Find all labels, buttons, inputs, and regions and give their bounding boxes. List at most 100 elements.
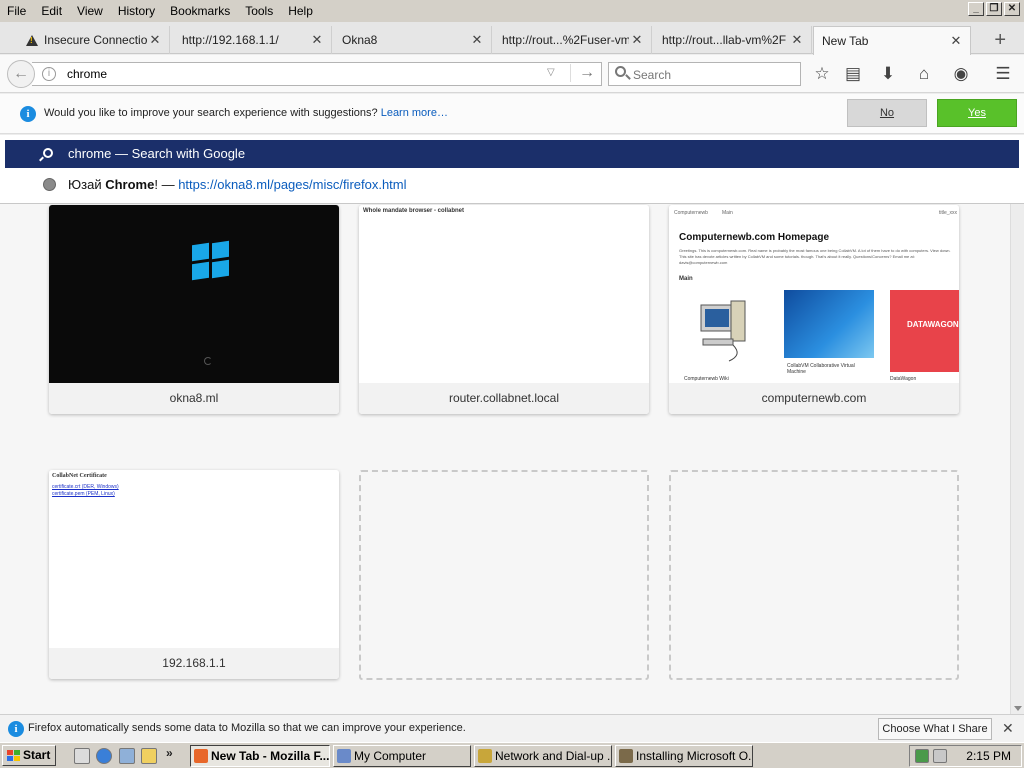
history-title-prefix: Юзай bbox=[68, 177, 106, 192]
top-site-tile[interactable]: CollabNet Certificate certificate.crt (D… bbox=[49, 470, 339, 679]
restore-button[interactable]: ❐ bbox=[986, 2, 1002, 16]
close-tab-icon[interactable]: ✕ bbox=[309, 32, 325, 48]
home-icon[interactable]: ⌂ bbox=[913, 63, 935, 85]
internet-explorer-icon[interactable] bbox=[96, 748, 112, 764]
start-button[interactable]: Start bbox=[2, 745, 56, 766]
thumbnail-link: certificate.pem (PEM, Linux) bbox=[52, 491, 115, 497]
search-bar[interactable]: Search bbox=[608, 62, 801, 86]
info-icon[interactable]: i bbox=[42, 67, 56, 81]
menu-edit[interactable]: Edit bbox=[34, 1, 70, 21]
thumbnail-nav-left: Computernewb bbox=[674, 210, 708, 216]
close-tab-icon[interactable]: ✕ bbox=[469, 32, 485, 48]
close-tab-icon[interactable]: ✕ bbox=[629, 32, 645, 48]
network-status-icon[interactable] bbox=[915, 749, 929, 763]
search-icon bbox=[43, 148, 53, 158]
menu-help[interactable]: Help bbox=[281, 1, 321, 21]
pocket-icon[interactable]: ◉ bbox=[950, 63, 972, 85]
computer-icon bbox=[700, 300, 746, 362]
task-installer[interactable]: Installing Microsoft O... bbox=[615, 745, 753, 767]
warning-icon bbox=[26, 34, 38, 46]
task-network[interactable]: Network and Dial-up ... bbox=[474, 745, 612, 767]
menu-file[interactable]: File bbox=[0, 1, 34, 21]
tile-thumbnail bbox=[49, 205, 339, 383]
autocomplete-action: — Search with Google bbox=[114, 146, 246, 161]
scroll-down-icon[interactable] bbox=[1014, 706, 1022, 711]
tab-title: http://rout...%2Fuser-vm bbox=[502, 33, 629, 47]
menu-bookmarks[interactable]: Bookmarks bbox=[163, 1, 238, 21]
task-my-computer[interactable]: My Computer bbox=[333, 745, 471, 767]
download-icon[interactable]: ⬇ bbox=[877, 63, 899, 85]
menu-tools[interactable]: Tools bbox=[238, 1, 281, 21]
autocomplete-search-text: chrome — Search with Google bbox=[68, 146, 245, 161]
menu-icon[interactable]: ☰ bbox=[992, 63, 1014, 85]
tab-new-tab[interactable]: New Tab ✕ bbox=[813, 26, 971, 55]
thumbnail-title: CollabNet Certificate bbox=[52, 473, 107, 479]
minimize-button[interactable]: _ bbox=[968, 2, 984, 16]
loading-spinner-icon bbox=[204, 357, 212, 365]
back-button[interactable]: ← bbox=[7, 60, 35, 88]
autocomplete-query: chrome bbox=[68, 146, 112, 161]
tab-192-168-1-1[interactable]: http://192.168.1.1/ ✕ bbox=[174, 26, 332, 54]
tab-insecure-connection[interactable]: Insecure Connection ✕ bbox=[18, 26, 170, 54]
thumbnail-caption: CollabVM Collaborative Virtual Machine bbox=[787, 363, 855, 375]
thumbnail-body: Greetings. This is computernewb.com. Rea… bbox=[679, 248, 951, 265]
installer-icon bbox=[619, 749, 633, 763]
top-site-tile[interactable]: Whole mandate browser - collabnet router… bbox=[359, 205, 649, 414]
autocomplete-history-row[interactable]: Юзай Chrome! — https://okna8.ml/pages/mi… bbox=[5, 173, 1019, 199]
windows-flag-icon bbox=[7, 750, 20, 761]
thumbnail-section: Main bbox=[679, 276, 693, 282]
close-icon[interactable]: ✕ bbox=[1002, 720, 1014, 737]
tab-router-user-vm[interactable]: http://rout...%2Fuser-vm ✕ bbox=[494, 26, 652, 54]
tab-router-collab-vm[interactable]: http://rout...llab-vm%2F ✕ bbox=[654, 26, 812, 54]
tile-thumbnail: Whole mandate browser - collabnet bbox=[359, 205, 649, 383]
suggestions-message: Would you like to improve your search ex… bbox=[44, 107, 448, 119]
history-title-suffix: ! bbox=[154, 177, 158, 192]
chevron-down-icon[interactable]: ▽ bbox=[547, 67, 555, 78]
back-icon: ← bbox=[13, 65, 29, 82]
empty-tile-placeholder bbox=[669, 470, 959, 680]
search-icon[interactable] bbox=[141, 748, 157, 764]
show-desktop-icon[interactable] bbox=[74, 748, 90, 764]
reading-list-icon[interactable]: ▤ bbox=[842, 63, 864, 85]
empty-tile-placeholder bbox=[359, 470, 649, 680]
close-tab-icon[interactable]: ✕ bbox=[147, 32, 163, 48]
outlook-express-icon[interactable] bbox=[119, 748, 135, 764]
yes-button[interactable]: Yes bbox=[937, 99, 1017, 127]
datawagon-logo: DATAWAGON bbox=[890, 290, 959, 372]
network-folder-icon bbox=[478, 749, 492, 763]
task-firefox[interactable]: New Tab - Mozilla F... bbox=[190, 745, 330, 767]
close-tab-icon[interactable]: ✕ bbox=[789, 32, 805, 48]
clock[interactable]: 2:15 PM bbox=[966, 749, 1011, 763]
autocomplete-history-text: Юзай Chrome! — https://okna8.ml/pages/mi… bbox=[68, 177, 407, 192]
close-tab-icon[interactable]: ✕ bbox=[948, 33, 964, 49]
tile-label: router.collabnet.local bbox=[359, 383, 649, 414]
url-input[interactable]: chrome bbox=[67, 67, 107, 81]
menu-history[interactable]: History bbox=[111, 1, 163, 21]
star-icon[interactable]: ☆ bbox=[811, 63, 833, 85]
menu-view[interactable]: View bbox=[70, 1, 111, 21]
tab-title: http://rout...llab-vm%2F bbox=[662, 33, 787, 47]
autocomplete-search-row[interactable]: chrome — Search with Google bbox=[5, 140, 1019, 168]
thumbnail-nav-mid: Main bbox=[722, 210, 733, 216]
info-icon: i bbox=[20, 106, 36, 122]
no-button[interactable]: No bbox=[847, 99, 927, 127]
windows-logo-icon bbox=[192, 240, 230, 281]
volume-icon[interactable] bbox=[933, 749, 947, 763]
menu-bar: File Edit View History Bookmarks Tools H… bbox=[0, 0, 1024, 22]
learn-more-link[interactable]: Learn more… bbox=[381, 107, 448, 119]
search-placeholder[interactable]: Search bbox=[633, 68, 671, 82]
choose-what-i-share-button[interactable]: Choose What I Share bbox=[878, 718, 992, 740]
new-tab-button[interactable]: + bbox=[994, 30, 1006, 50]
url-bar[interactable]: i chrome ▽ → bbox=[32, 62, 602, 86]
thumbnail-caption: Computernewb Wiki bbox=[684, 376, 729, 382]
data-reporting-message: Firefox automatically sends some data to… bbox=[28, 722, 466, 734]
go-arrow-icon[interactable]: → bbox=[570, 64, 595, 82]
vertical-scrollbar[interactable] bbox=[1010, 204, 1024, 714]
top-site-tile[interactable]: okna8.ml bbox=[49, 205, 339, 414]
suggestions-message-text: Would you like to improve your search ex… bbox=[44, 107, 378, 119]
top-site-tile[interactable]: Computernewb Main title_xxx Computernewb… bbox=[669, 205, 959, 414]
task-label: My Computer bbox=[354, 749, 427, 763]
close-window-button[interactable]: ✕ bbox=[1004, 2, 1020, 16]
tab-okna8[interactable]: Okna8 ✕ bbox=[334, 26, 492, 54]
quick-launch-more-icon[interactable]: » bbox=[166, 746, 173, 760]
